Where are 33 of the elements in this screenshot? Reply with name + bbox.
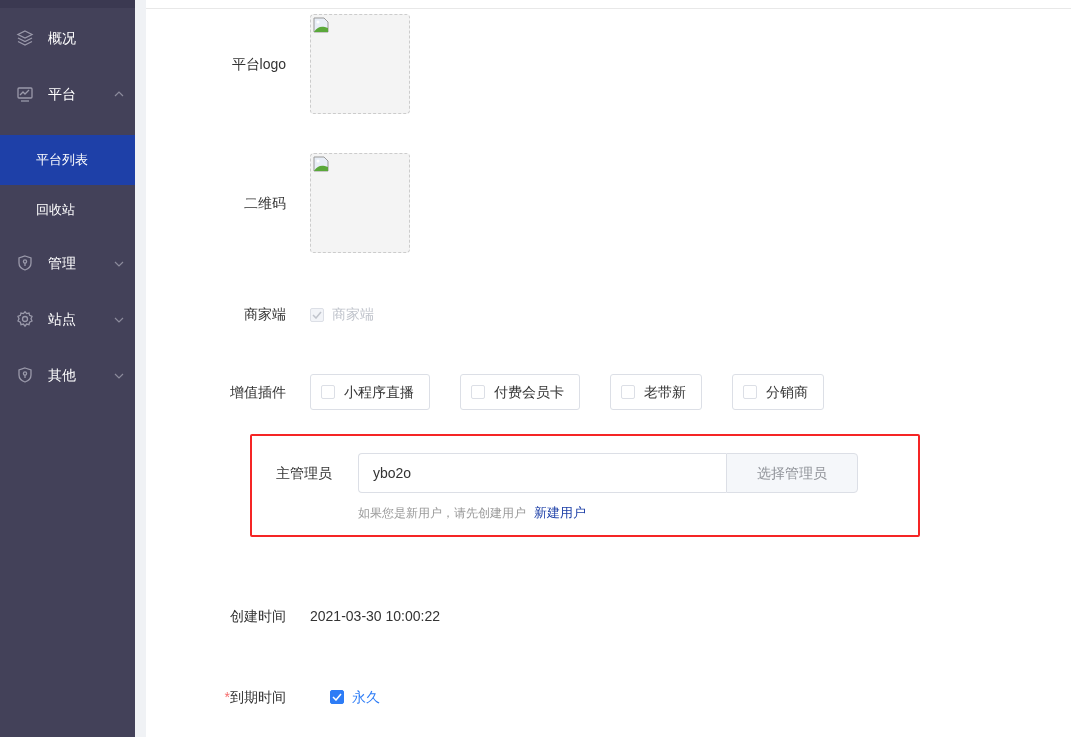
hint-text: 如果您是新用户，请先创建用户 — [358, 504, 526, 522]
sidebar-item[interactable]: 站点 — [0, 291, 135, 347]
field-label: 创建时间 — [229, 606, 287, 626]
admin-input[interactable]: ybo2o — [358, 453, 726, 493]
field-label: 增值插件 — [229, 382, 287, 402]
field-label: 二维码 — [243, 193, 287, 213]
broken-image-icon — [313, 17, 329, 33]
shield-icon — [16, 366, 34, 384]
broken-image-icon — [313, 156, 329, 172]
field-label: 主管理员 — [275, 463, 333, 483]
chart-icon — [16, 85, 34, 103]
new-user-link[interactable]: 新建用户 — [534, 503, 586, 523]
plugin-option[interactable]: 分销商 — [732, 374, 824, 410]
plugin-option[interactable]: 付费会员卡 — [460, 374, 580, 410]
image-placeholder[interactable] — [310, 14, 410, 114]
sidebar-item[interactable]: 其他 — [0, 347, 135, 403]
plugin-option[interactable]: 小程序直播 — [310, 374, 430, 410]
settings-icon — [16, 310, 34, 328]
layers-icon — [16, 29, 34, 47]
field-label: *到期时间 — [223, 687, 287, 707]
sidebar-item[interactable]: 平台 — [0, 66, 135, 122]
sidebar-subitem[interactable]: 平台列表 — [0, 135, 135, 185]
sidebar-item[interactable]: 概况 — [0, 10, 135, 66]
field-label: 商家端 — [243, 305, 287, 324]
field-label: 平台logo — [230, 54, 287, 74]
checkbox-label[interactable]: 永久 — [352, 686, 380, 708]
shield-icon — [16, 254, 34, 272]
checkbox[interactable] — [330, 690, 344, 704]
field-value: 2021-03-30 10:00:22 — [310, 606, 440, 626]
sidebar-item[interactable]: 管理 — [0, 235, 135, 291]
plugin-option[interactable]: 老带新 — [610, 374, 702, 410]
image-placeholder[interactable] — [310, 153, 410, 253]
sidebar-subitem[interactable]: 回收站 — [0, 185, 135, 235]
